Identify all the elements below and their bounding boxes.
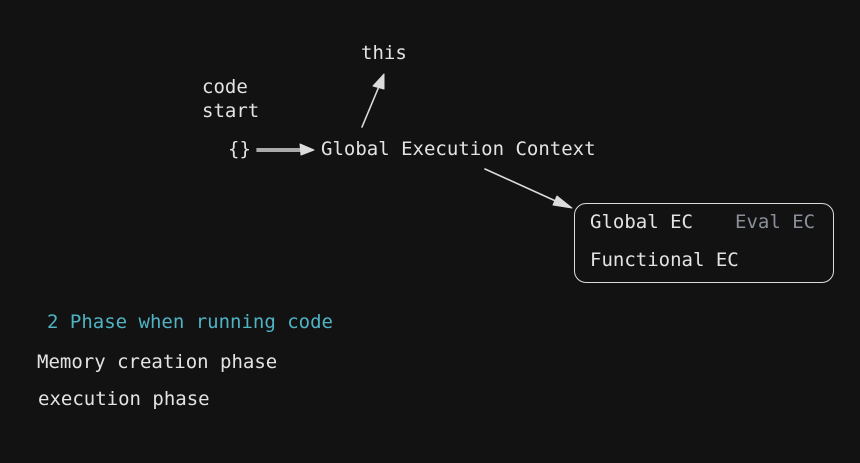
code-start-label-line1: code bbox=[202, 76, 248, 98]
functional-ec-label: Functional EC bbox=[590, 249, 739, 271]
global-execution-context-node: Global Execution Context bbox=[321, 138, 596, 160]
arrow-braces-to-gec bbox=[256, 148, 303, 152]
arrow-gec-to-ec-box bbox=[484, 168, 561, 204]
code-start-label-line2: start bbox=[202, 100, 260, 122]
phase-item-memory-creation: Memory creation phase bbox=[37, 351, 278, 373]
eval-ec-label: Eval EC bbox=[735, 211, 816, 233]
phase-item-execution: execution phase bbox=[38, 388, 210, 410]
arrow-gec-to-this bbox=[361, 83, 381, 128]
this-label: this bbox=[361, 42, 407, 64]
braces-node: {} bbox=[228, 138, 251, 160]
arrowhead-right bbox=[299, 143, 315, 156]
phases-heading: 2 Phase when running code bbox=[47, 311, 333, 333]
arrowhead-up bbox=[372, 73, 385, 90]
global-ec-label: Global EC bbox=[590, 211, 693, 233]
arrowhead-down-right bbox=[552, 195, 573, 209]
